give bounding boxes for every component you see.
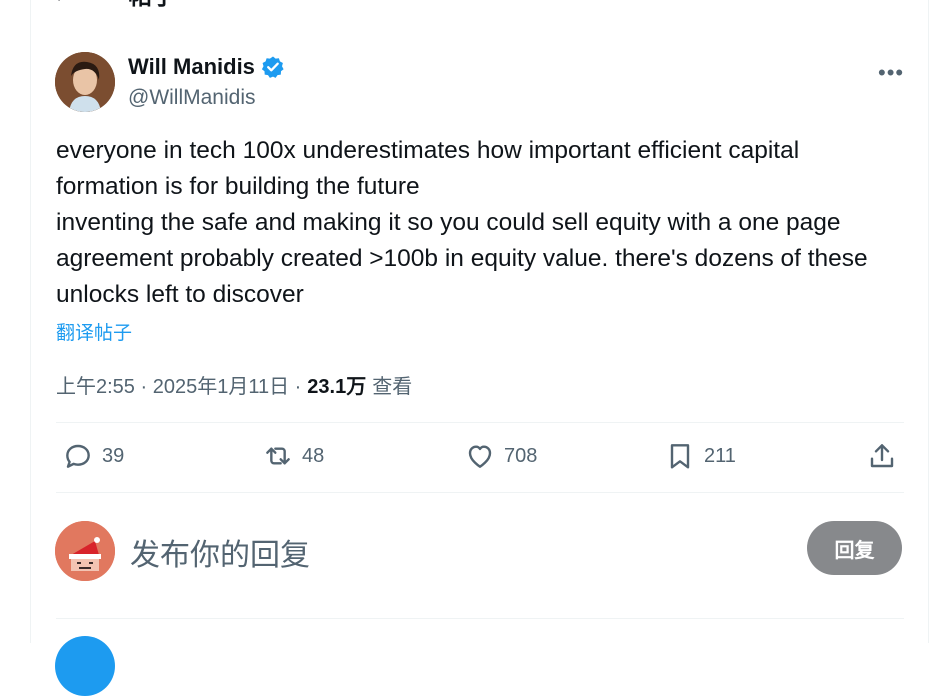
like-icon	[468, 445, 492, 468]
page-title: 帖子	[128, 0, 176, 11]
views-label: 查看	[372, 376, 413, 398]
divider	[56, 492, 904, 493]
tweet-meta: 上午2:55 · 2025年1月11日 · 23.1万 查看	[56, 370, 412, 399]
like-count: 708	[504, 444, 538, 467]
reply-submit-button[interactable]: 回复	[807, 521, 902, 575]
repost-count: 48	[302, 444, 325, 467]
share-icon	[870, 444, 894, 468]
author-info: Will Manidis @WillManidis	[128, 54, 285, 110]
tweet-timestamp[interactable]: 上午2:55 · 2025年1月11日 ·	[56, 370, 301, 399]
verified-badge-icon	[261, 56, 284, 78]
reply-input[interactable]: 发布你的回复	[130, 530, 310, 574]
bookmark-icon	[670, 444, 690, 469]
reply-icon	[66, 444, 90, 468]
repost-icon	[266, 447, 290, 465]
bookmark-button[interactable]: 211	[664, 440, 736, 472]
author-handle[interactable]: @WillManidis	[128, 86, 285, 110]
author-avatar[interactable]	[55, 52, 115, 112]
page-header: ← 帖子	[50, 0, 176, 11]
reply-count: 39	[102, 444, 125, 467]
tweet-text: everyone in tech 100x underestimates how…	[56, 137, 868, 308]
reply-button[interactable]: 39	[62, 440, 124, 472]
views-count: 23.1万	[307, 376, 367, 398]
divider	[56, 618, 904, 619]
back-arrow-icon[interactable]: ←	[50, 0, 76, 9]
share-button[interactable]	[866, 440, 906, 472]
author-name[interactable]: Will Manidis	[128, 54, 255, 80]
more-icon[interactable]: •••	[878, 60, 904, 86]
divider	[56, 422, 904, 423]
next-reply-avatar[interactable]	[55, 636, 115, 696]
user-avatar[interactable]	[55, 521, 115, 581]
translate-link[interactable]: 翻译帖子	[56, 318, 132, 345]
repost-button[interactable]: 48	[262, 440, 324, 472]
bookmark-count: 211	[704, 444, 736, 467]
like-button[interactable]: 708	[464, 440, 537, 472]
